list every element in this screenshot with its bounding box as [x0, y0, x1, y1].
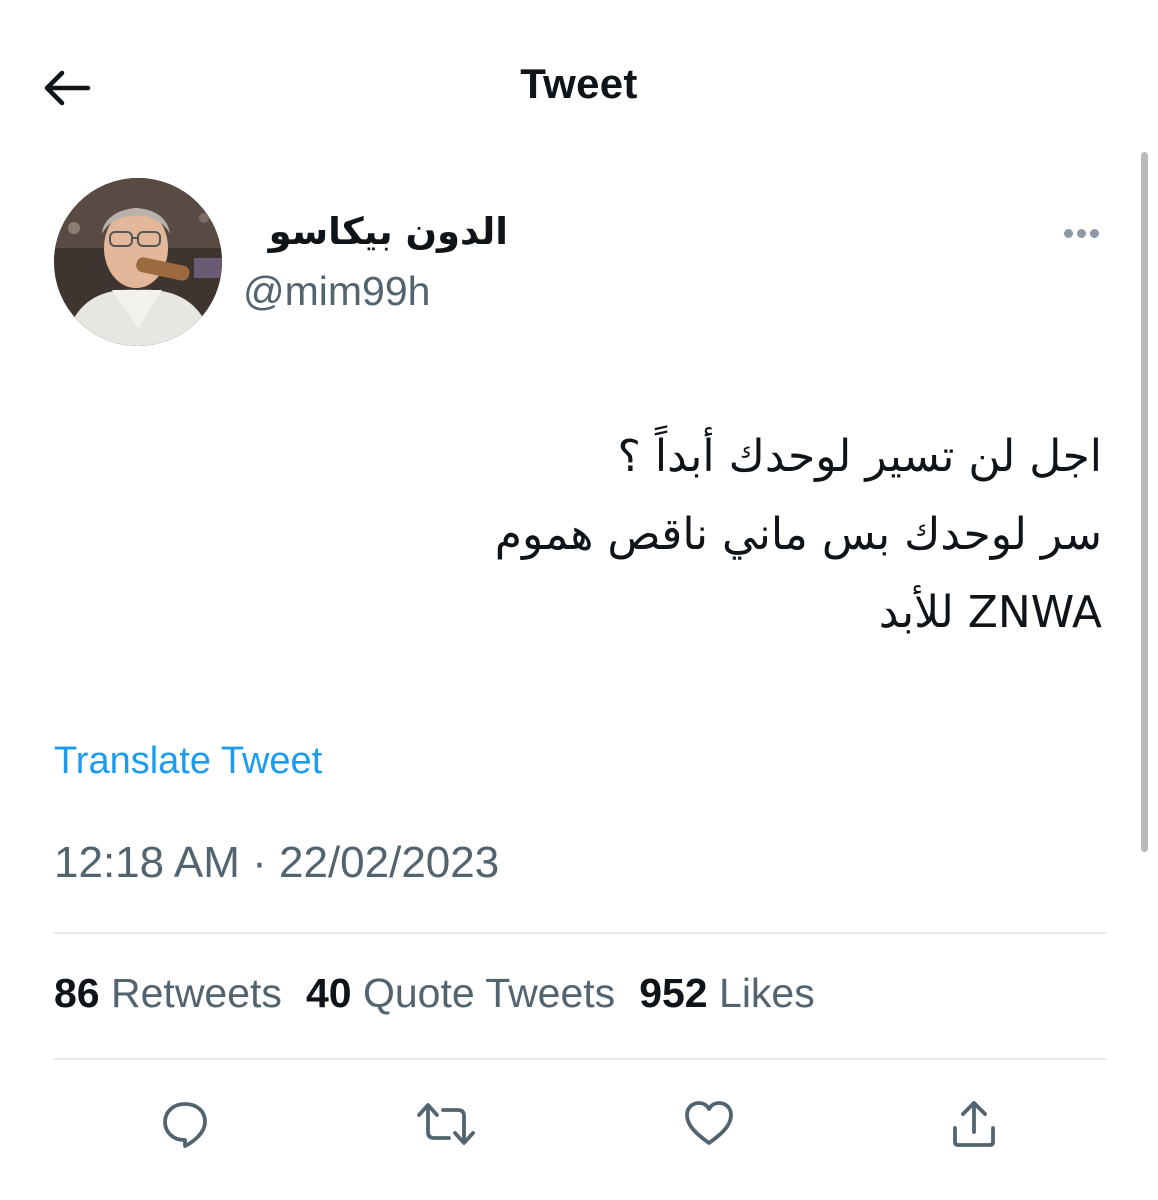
avatar-photo: [54, 178, 222, 346]
translate-tweet-link[interactable]: Translate Tweet: [54, 740, 322, 783]
quote-tweets-count: 40: [305, 970, 352, 1016]
share-icon: [953, 1101, 995, 1147]
retweets-label: Retweets: [111, 970, 282, 1016]
retweet-button[interactable]: [416, 1094, 476, 1154]
top-bar: Tweet: [0, 0, 1158, 175]
divider: [54, 1058, 1106, 1060]
author-name[interactable]: الدون بيكاسو: [240, 200, 508, 264]
tweet-stats: 86 Retweets 40 Quote Tweets 952 Likes: [54, 970, 815, 1017]
likes-stat[interactable]: 952 Likes: [639, 970, 815, 1017]
more-dots-icon: [1076, 228, 1086, 238]
scrollbar[interactable]: [1141, 152, 1148, 852]
quote-tweets-label: Quote Tweets: [362, 970, 616, 1016]
author-handle[interactable]: @mim99h: [243, 268, 430, 315]
tweet-text: اجل لن تسير لوحدك أبداً ؟ سر لوحدك بس ما…: [494, 431, 1102, 638]
tweet-timestamp[interactable]: 12:18 AM · 22/02/2023: [54, 838, 499, 888]
quote-tweets-stat[interactable]: 40 Quote Tweets: [306, 970, 615, 1017]
more-dots-icon: [1063, 228, 1073, 238]
like-button[interactable]: [679, 1094, 739, 1154]
share-button[interactable]: [944, 1094, 1004, 1154]
retweets-count: 86: [54, 970, 100, 1016]
heart-icon: [685, 1101, 733, 1145]
page-title: Tweet: [520, 60, 638, 107]
likes-label: Likes: [719, 970, 815, 1016]
comment-icon: [163, 1102, 207, 1148]
retweet-icon: [417, 1103, 475, 1145]
divider: [54, 932, 1106, 934]
reply-button[interactable]: [155, 1094, 215, 1154]
more-dots-icon: [1089, 228, 1099, 238]
more-options-button[interactable]: [1052, 214, 1110, 252]
likes-count: 952: [639, 970, 708, 1016]
retweets-stat[interactable]: 86 Retweets: [54, 970, 282, 1017]
avatar[interactable]: [54, 178, 222, 346]
